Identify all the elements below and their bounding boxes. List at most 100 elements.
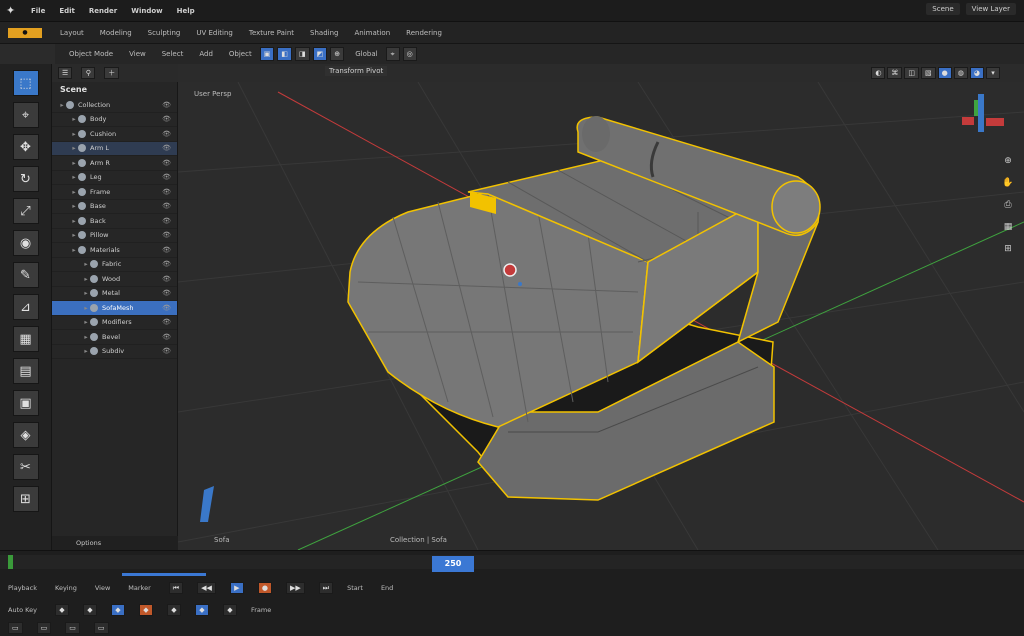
sofa-model[interactable] <box>347 116 821 501</box>
preview-range-bar[interactable] <box>122 573 206 576</box>
visibility-icon[interactable]: ◐ <box>871 67 886 79</box>
visibility-eye-icon[interactable]: 👁 <box>162 217 171 225</box>
select-subtract-icon[interactable]: ◨ <box>294 47 310 61</box>
snap-icon[interactable]: ⌖ <box>385 47 400 61</box>
outliner-item[interactable]: ▸ Fabric 👁 <box>52 258 177 272</box>
rotate-tool-icon[interactable]: ↻ <box>12 166 39 192</box>
mode-dropdown[interactable]: Object Mode <box>69 50 113 58</box>
inset-tool-icon[interactable]: ▣ <box>12 390 39 416</box>
menu-file[interactable]: File <box>31 7 45 15</box>
expand-chevron-icon[interactable]: ▸ <box>82 318 90 326</box>
outliner-new-collection-icon[interactable]: ＋ <box>104 67 120 79</box>
proportional-edit-icon[interactable]: ◎ <box>402 47 417 61</box>
select-box-icon[interactable]: ▣ <box>259 47 275 61</box>
visibility-eye-icon[interactable]: 👁 <box>162 289 171 297</box>
frame-field[interactable]: Frame <box>251 606 271 614</box>
channel-icon[interactable]: ▭ <box>93 622 109 634</box>
menu-object[interactable]: Object <box>229 50 252 58</box>
end-frame-field[interactable]: End <box>381 584 393 592</box>
outliner-filter-icon[interactable]: ⚲ <box>81 67 96 79</box>
expand-chevron-icon[interactable]: ▸ <box>70 130 78 138</box>
view-menu[interactable]: View <box>95 584 110 592</box>
expand-chevron-icon[interactable]: ▸ <box>70 115 78 123</box>
measure-tool-icon[interactable]: ⊿ <box>12 294 39 320</box>
transform-orientation-icon[interactable]: ⊕ <box>330 47 345 61</box>
outliner-item[interactable]: ▸ Cushion 👁 <box>52 127 177 142</box>
marker-menu[interactable]: Marker <box>128 584 150 592</box>
visibility-eye-icon[interactable]: 👁 <box>162 304 171 312</box>
visibility-eye-icon[interactable]: 👁 <box>162 333 171 341</box>
expand-chevron-icon[interactable]: ▸ <box>70 144 78 152</box>
visibility-eye-icon[interactable]: 👁 <box>162 188 171 196</box>
outliner-display-mode-icon[interactable]: ☰ <box>58 67 73 79</box>
visibility-eye-icon[interactable]: 👁 <box>162 318 171 326</box>
visibility-eye-icon[interactable]: 👁 <box>162 246 171 254</box>
visibility-eye-icon[interactable]: 👁 <box>162 173 171 181</box>
overlay-icon[interactable]: ◫ <box>904 67 920 79</box>
menu-view[interactable]: View <box>129 50 146 58</box>
keyframe-icon[interactable]: ◆ <box>82 604 97 616</box>
outliner-item[interactable]: ▸ Collection 👁 <box>52 98 177 113</box>
auto-key-toggle[interactable]: Auto Key <box>8 606 37 614</box>
expand-chevron-icon[interactable]: ▸ <box>70 173 78 181</box>
menu-edit[interactable]: Edit <box>59 7 75 15</box>
scale-tool-icon[interactable]: ⤢ <box>12 198 39 224</box>
keyframe-selected-icon[interactable]: ◆ <box>194 604 209 616</box>
outliner-item[interactable]: ▸ Bevel 👁 <box>52 330 177 345</box>
outliner-item[interactable]: ▸ Back 👁 <box>52 214 177 229</box>
tab-uv-editing[interactable]: UV Editing <box>196 29 233 37</box>
visibility-eye-icon[interactable]: 👁 <box>162 202 171 210</box>
expand-chevron-icon[interactable]: ▸ <box>82 275 90 283</box>
select-tool-icon[interactable]: ⬚ <box>12 70 39 96</box>
outliner-item[interactable]: ▸ Leg 👁 <box>52 171 177 185</box>
orthographic-toggle-icon[interactable]: ▦ <box>1002 222 1014 234</box>
expand-chevron-icon[interactable]: ▸ <box>70 188 78 196</box>
menu-render[interactable]: Render <box>89 7 117 15</box>
outliner-item[interactable]: ▸ Arm L 👁 <box>52 141 177 156</box>
tab-texture-paint[interactable]: Texture Paint <box>249 29 294 37</box>
app-logo-icon[interactable]: ✦ <box>6 4 20 18</box>
current-frame-indicator[interactable]: 250 <box>432 556 474 572</box>
outliner-footer[interactable]: Options <box>52 536 178 550</box>
grid-toggle-icon[interactable]: ⊞ <box>1002 244 1014 256</box>
visibility-eye-icon[interactable]: 👁 <box>162 275 171 283</box>
bevel-tool-icon[interactable]: ◈ <box>12 422 39 448</box>
menu-select[interactable]: Select <box>162 50 184 58</box>
shading-options-icon[interactable]: ▾ <box>986 67 1000 79</box>
outliner-item[interactable]: ▸ Wood 👁 <box>52 272 177 287</box>
visibility-eye-icon[interactable]: 👁 <box>162 130 171 138</box>
shading-rendered-icon[interactable]: ◕ <box>969 67 984 79</box>
expand-chevron-icon[interactable]: ▸ <box>82 333 90 341</box>
next-key-icon[interactable]: ▶▶ <box>285 582 305 594</box>
expand-chevron-icon[interactable]: ▸ <box>70 217 78 225</box>
outliner-item[interactable]: ▸ Materials 👁 <box>52 243 177 258</box>
cursor-tool-icon[interactable]: ⌖ <box>12 102 39 128</box>
mode-indicator[interactable]: ● <box>8 27 42 38</box>
record-icon[interactable]: ● <box>257 582 272 594</box>
expand-chevron-icon[interactable]: ▸ <box>70 159 78 167</box>
timeline-start-marker[interactable] <box>8 555 13 569</box>
annotate-tool-icon[interactable]: ✎ <box>12 262 39 288</box>
outliner-item[interactable]: ▸ Pillow 👁 <box>52 229 177 243</box>
jump-start-icon[interactable]: ⏮ <box>168 582 184 594</box>
shading-solid-icon[interactable]: ● <box>937 67 952 79</box>
expand-chevron-icon[interactable]: ▸ <box>82 289 90 297</box>
view-layer-selector[interactable]: View Layer <box>965 3 1016 15</box>
visibility-eye-icon[interactable]: 👁 <box>162 159 171 167</box>
visibility-eye-icon[interactable]: 👁 <box>162 231 171 239</box>
visibility-eye-icon[interactable]: 👁 <box>162 101 171 109</box>
camera-view-icon[interactable]: ⎙ <box>1002 200 1014 212</box>
outliner-item[interactable]: ▸ Subdiv 👁 <box>52 345 177 359</box>
jump-end-icon[interactable]: ⏭ <box>318 582 334 594</box>
expand-chevron-icon[interactable]: ▸ <box>70 246 78 254</box>
keyframe-icon[interactable]: ◆ <box>166 604 181 616</box>
outliner-item[interactable]: ▸ Arm R 👁 <box>52 156 177 171</box>
menu-window[interactable]: Window <box>131 7 162 15</box>
keyframe-active-icon[interactable]: ◆ <box>138 604 153 616</box>
orientation-dropdown[interactable]: Global <box>355 50 377 58</box>
timeline-scrubber[interactable] <box>0 555 1024 569</box>
channel-icon[interactable]: ▭ <box>65 622 80 634</box>
tab-animation[interactable]: Animation <box>354 29 390 37</box>
expand-chevron-icon[interactable]: ▸ <box>82 260 90 268</box>
select-extend-icon[interactable]: ◧ <box>277 47 292 61</box>
